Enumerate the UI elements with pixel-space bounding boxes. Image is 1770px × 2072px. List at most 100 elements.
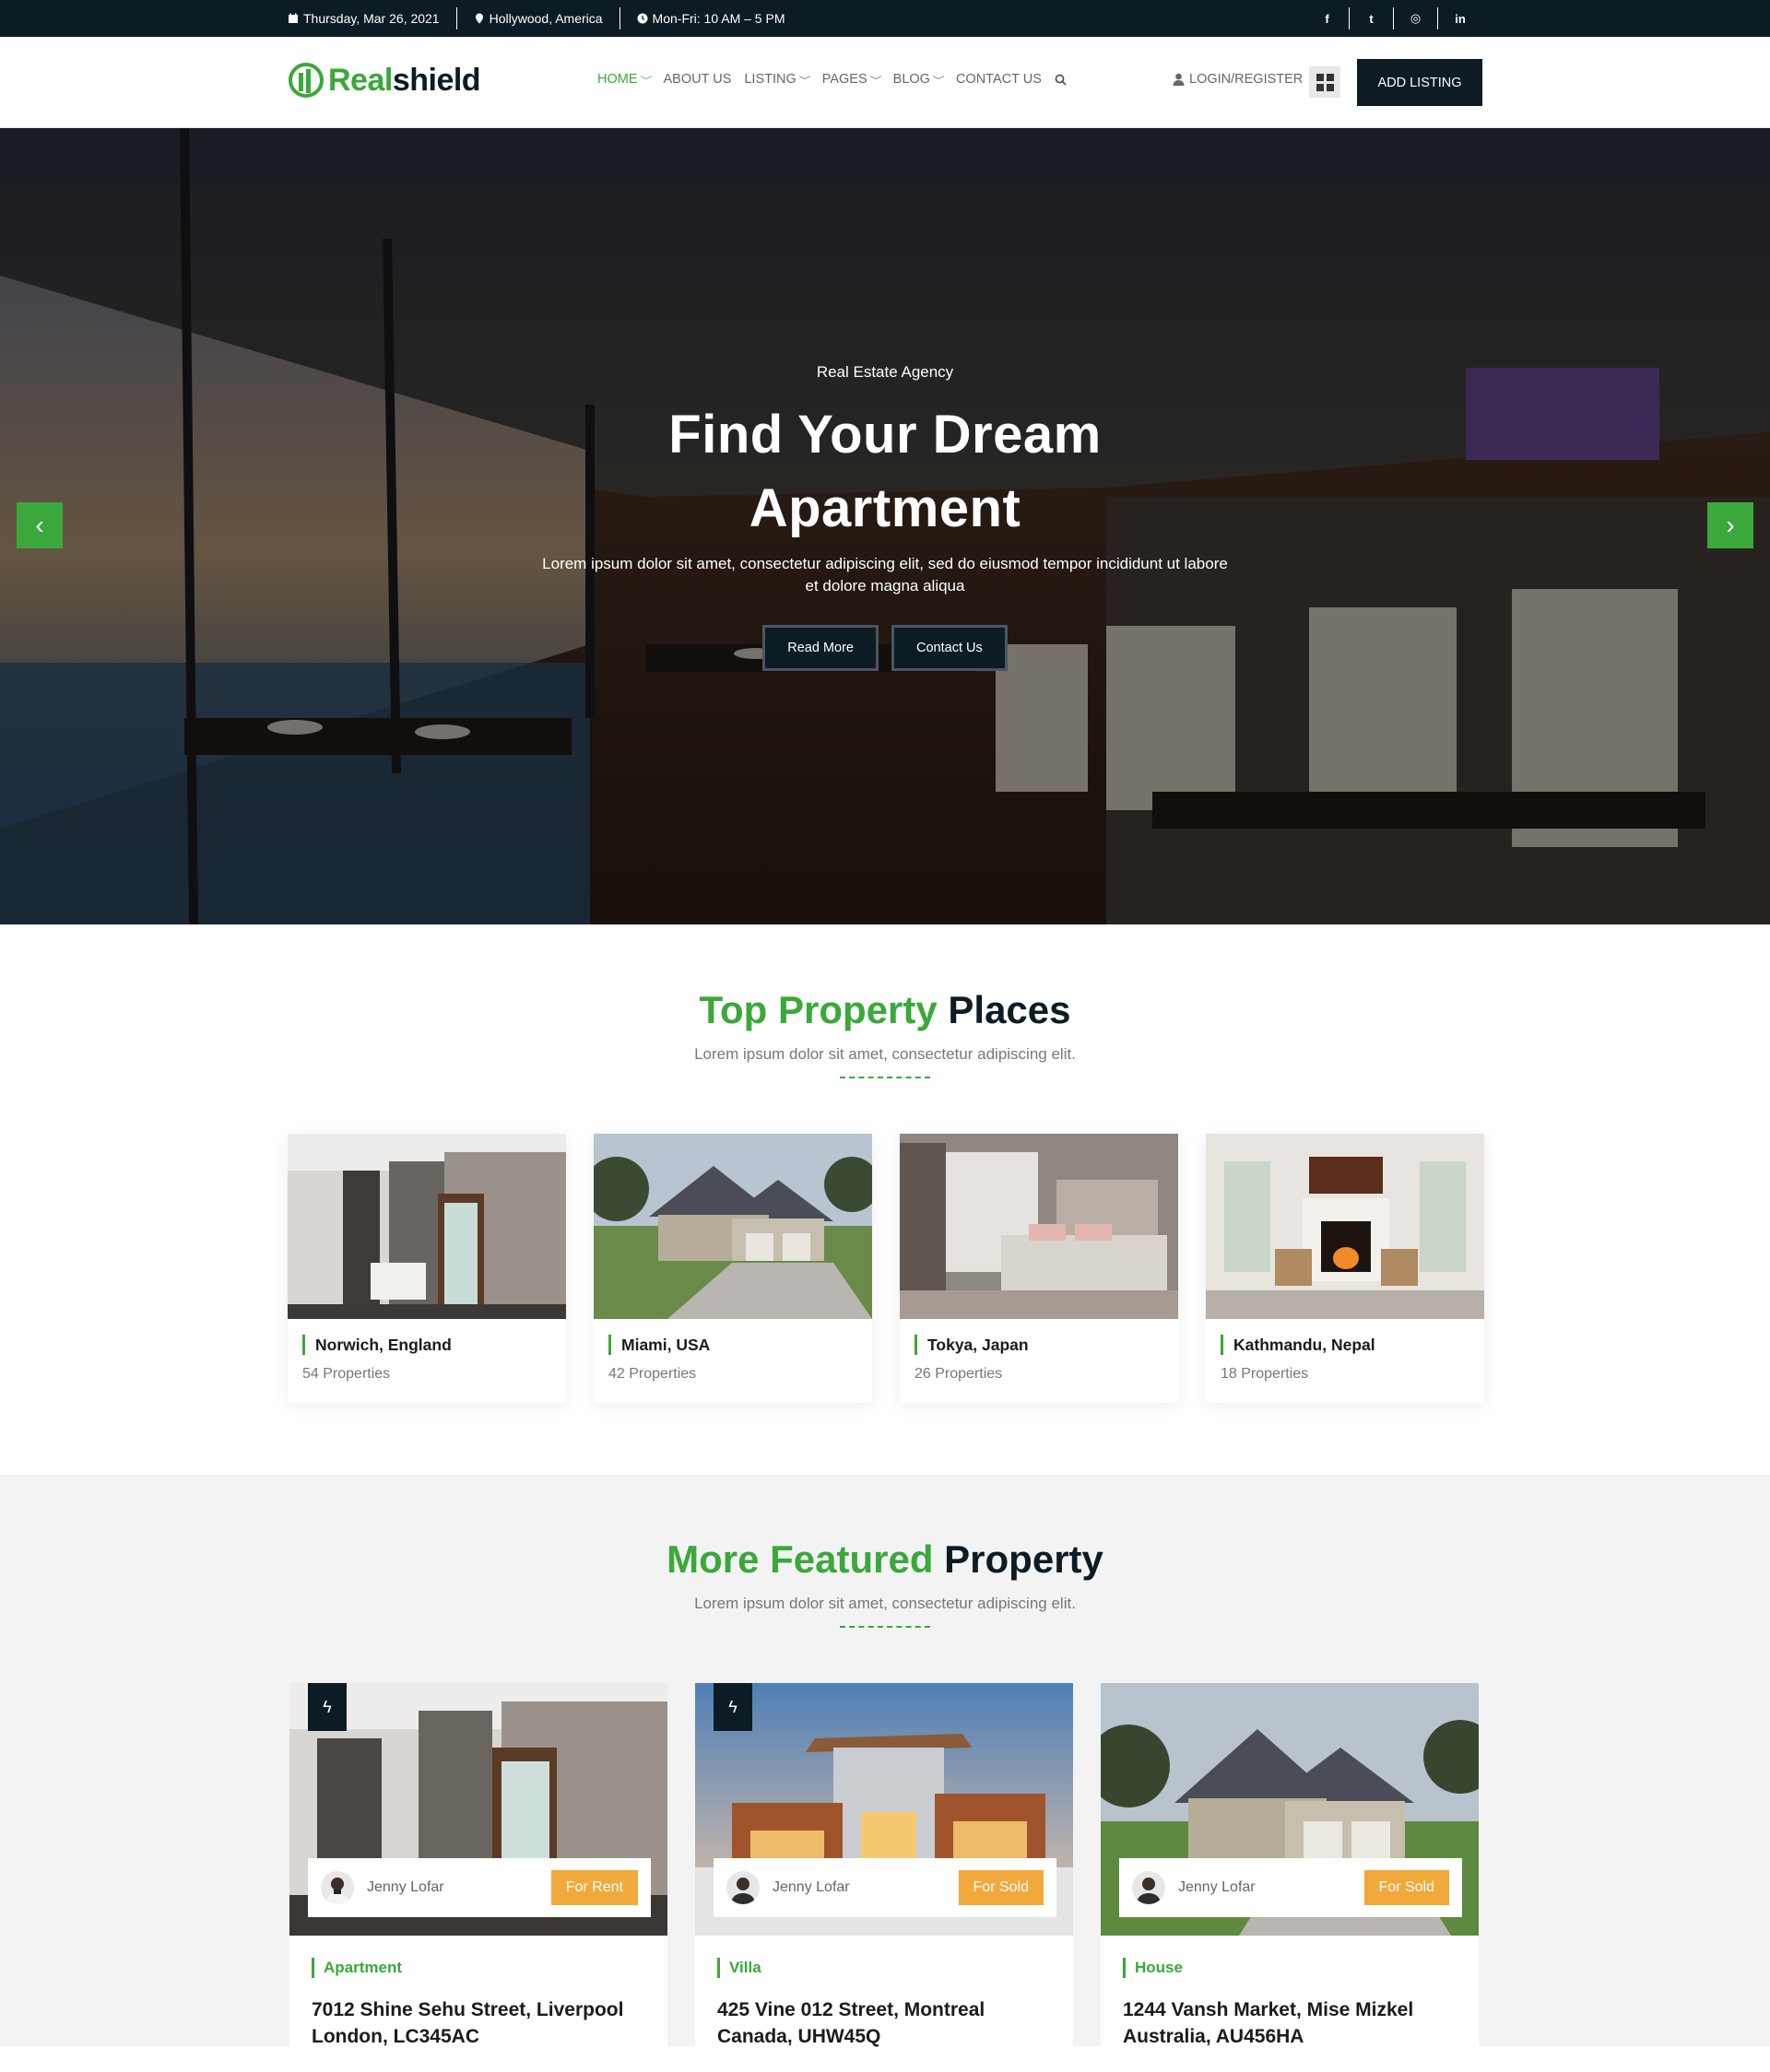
featured-title-dark: Property <box>944 1537 1103 1581</box>
login-label: LOGIN/REGISTER <box>1189 72 1304 87</box>
date-text: Thursday, Mar 26, 2021 <box>303 11 440 26</box>
property-card[interactable]: Jenny Lofar For Sold House 1244 Vansh Ma… <box>1101 1683 1479 2070</box>
featured-section-title: More Featured Property <box>0 1537 1770 1582</box>
location-info: Hollywood, America <box>457 7 620 29</box>
lightning-icon: ϟ <box>308 1683 347 1731</box>
twitter-icon[interactable]: t <box>1350 7 1394 29</box>
hero-title: Find Your Dream Apartment <box>516 398 1254 546</box>
place-name: Tokya, Japan <box>914 1335 1163 1355</box>
hero-slider: ‹ › Real Estate Agency Find Your Dream A… <box>0 128 1770 924</box>
main-header: Real shield HOME ﹀ ABOUT US LISTING ﹀ PAGES… <box>0 37 1770 128</box>
logo-text-shield: shield <box>392 62 481 98</box>
featured-title-green: More Featured <box>667 1537 934 1581</box>
avatar[interactable] <box>321 1871 354 1904</box>
property-address[interactable]: 425 Vine 012 Street, Montreal Canada, UH… <box>717 1996 1051 2050</box>
chevron-down-icon: ﹀ <box>798 76 811 87</box>
place-count: 42 Properties <box>608 1366 697 1382</box>
avatar[interactable] <box>1132 1871 1165 1904</box>
property-address[interactable]: 7012 Shine Sehu Street, Liverpool London… <box>312 1996 645 2050</box>
user-icon <box>1173 73 1185 86</box>
status-badge: For Sold <box>1363 1870 1449 1905</box>
nav-listing[interactable]: LISTING ﹀ <box>744 72 811 87</box>
property-card[interactable]: ϟ Jenny Lofar For Sold Villa 425 Vine 01… <box>695 1683 1073 2070</box>
place-card[interactable]: Kathmandu, Nepal 18 Properties <box>1206 1134 1484 1403</box>
grid-menu-icon[interactable] <box>1309 66 1340 98</box>
places-section-header: Top Property Places Lorem ipsum dolor si… <box>0 988 1770 1078</box>
calendar-icon <box>289 13 298 23</box>
login-register-link[interactable]: LOGIN/REGISTER <box>1173 72 1303 87</box>
place-card[interactable]: Miami, USA 42 Properties <box>594 1134 872 1403</box>
places-title-dark: Places <box>948 988 1071 1031</box>
facebook-icon[interactable]: f <box>1305 7 1350 29</box>
nav-contact[interactable]: CONTACT US <box>956 72 1042 87</box>
agent-name[interactable]: Jenny Lofar <box>1178 1879 1364 1896</box>
chevron-down-icon: ﹀ <box>640 76 652 87</box>
nav-home[interactable]: HOME ﹀ <box>597 72 652 87</box>
place-name: Miami, USA <box>608 1335 857 1355</box>
nav-pages[interactable]: PAGES ﹀ <box>821 72 882 87</box>
property-type: Villa <box>717 1958 1051 1978</box>
nav-contact-label: CONTACT US <box>955 72 1042 87</box>
linkedin-icon[interactable]: in <box>1438 7 1482 29</box>
hero-description: Lorem ipsum dolor sit amet, consectetur … <box>542 555 1228 595</box>
property-type: Apartment <box>312 1958 645 1978</box>
places-grid: Norwich, England 54 Properties Miami, US… <box>288 1134 1484 1403</box>
main-nav: HOME ﹀ ABOUT US LISTING ﹀ PAGES ﹀ BLOG ﹀ CON… <box>597 72 1067 87</box>
site-logo[interactable]: Real shield <box>288 62 481 99</box>
title-divider <box>840 1077 930 1078</box>
nav-pages-label: PAGES <box>821 72 867 87</box>
featured-section-subtitle: Lorem ipsum dolor sit amet, consectetur … <box>694 1595 1076 1612</box>
property-image: ϟ Jenny Lofar For Sold <box>695 1683 1073 1936</box>
clock-icon <box>637 13 648 24</box>
map-pin-icon <box>475 13 483 24</box>
nav-listing-label: LISTING <box>744 72 796 87</box>
hero-title-line1: Find Your Dream <box>668 405 1102 465</box>
place-count: 26 Properties <box>914 1366 1003 1382</box>
hours-info: Mon-Fri: 10 AM – 5 PM <box>620 7 802 29</box>
slider-prev-button[interactable]: ‹ <box>17 502 63 548</box>
top-info-group: Thursday, Mar 26, 2021 Hollywood, Americ… <box>288 0 801 37</box>
logo-mark-icon <box>289 63 324 98</box>
hero-title-line2: Apartment <box>749 478 1021 538</box>
places-title-green: Top Property <box>699 988 938 1031</box>
property-image: ϟ Jenny Lofar For Rent <box>289 1683 667 1936</box>
property-type: House <box>1123 1958 1457 1978</box>
location-text: Hollywood, America <box>489 11 603 26</box>
avatar[interactable] <box>726 1871 760 1904</box>
instagram-icon[interactable]: ◎ <box>1394 7 1438 29</box>
nav-home-label: HOME <box>597 72 638 87</box>
logo-text-real: Real <box>328 62 393 98</box>
nav-blog[interactable]: BLOG ﹀ <box>892 72 945 87</box>
agent-bar: Jenny Lofar For Sold <box>1119 1858 1462 1917</box>
status-badge: For Sold <box>958 1870 1044 1905</box>
slider-next-button[interactable]: › <box>1707 502 1753 548</box>
agent-name[interactable]: Jenny Lofar <box>773 1879 959 1896</box>
social-links: f t ◎ in <box>1305 0 1482 37</box>
agent-name[interactable]: Jenny Lofar <box>367 1879 551 1896</box>
hero-content: Real Estate Agency Find Your Dream Apart… <box>516 363 1254 671</box>
search-icon[interactable] <box>1055 74 1067 86</box>
hero-buttons: Read More Contact Us <box>516 625 1254 671</box>
place-card[interactable]: Norwich, England 54 Properties <box>288 1134 566 1403</box>
agent-bar: Jenny Lofar For Sold <box>714 1858 1056 1917</box>
place-image <box>594 1134 872 1319</box>
nav-blog-label: BLOG <box>892 72 930 87</box>
read-more-button[interactable]: Read More <box>762 625 879 671</box>
property-image: Jenny Lofar For Sold <box>1101 1683 1479 1936</box>
property-card[interactable]: ϟ Jenny Lofar For Rent Apartment 7012 Sh… <box>289 1683 667 2070</box>
featured-section-header: More Featured Property Lorem ipsum dolor… <box>0 1537 1770 1628</box>
title-divider <box>840 1626 930 1628</box>
hours-text: Mon-Fri: 10 AM – 5 PM <box>652 11 785 26</box>
places-section-subtitle: Lorem ipsum dolor sit amet, consectetur … <box>694 1045 1076 1063</box>
status-badge: For Rent <box>550 1870 638 1905</box>
place-card[interactable]: Tokya, Japan 26 Properties <box>900 1134 1178 1403</box>
add-listing-button[interactable]: ADD LISTING <box>1357 59 1482 106</box>
chevron-down-icon: ﹀ <box>869 76 882 87</box>
top-info-bar: Thursday, Mar 26, 2021 Hollywood, Americ… <box>0 0 1770 37</box>
place-count: 54 Properties <box>302 1366 391 1382</box>
nav-about[interactable]: ABOUT US <box>664 72 732 87</box>
hero-eyebrow: Real Estate Agency <box>816 363 954 381</box>
property-address[interactable]: 1244 Vansh Market, Mise Mizkel Australia… <box>1123 1996 1457 2050</box>
contact-us-button[interactable]: Contact Us <box>891 625 1008 671</box>
place-name: Norwich, England <box>302 1335 551 1355</box>
